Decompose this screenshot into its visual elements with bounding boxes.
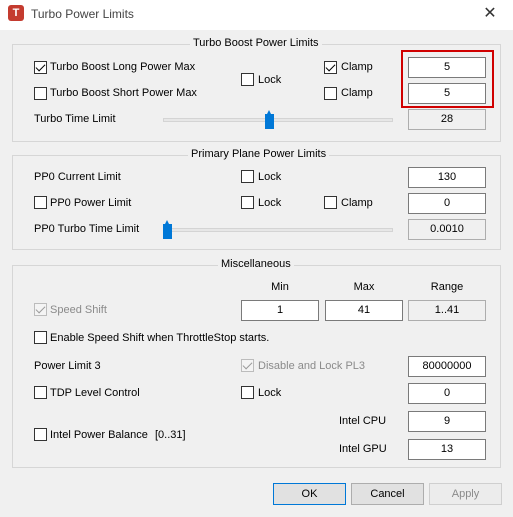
tdp-value-input[interactable]: 0 xyxy=(408,383,486,404)
power-limit-3-label: Power Limit 3 xyxy=(34,360,101,372)
range-column-header: Range xyxy=(430,281,464,293)
pp0-current-lock-checkbox[interactable] xyxy=(241,170,254,183)
speed-shift-min-input[interactable]: 1 xyxy=(241,300,319,321)
turbo-long-label[interactable]: Turbo Boost Long Power Max xyxy=(50,61,195,73)
intel-power-balance-range: [0..31] xyxy=(155,429,186,441)
pp0-power-limit-label[interactable]: PP0 Power Limit xyxy=(50,197,131,209)
pp0-current-limit-label: PP0 Current Limit xyxy=(34,171,121,183)
window-title: Turbo Power Limits xyxy=(31,7,134,21)
pp0-current-value-input[interactable]: 130 xyxy=(408,167,486,188)
highlight-box xyxy=(401,50,494,108)
speed-shift-label[interactable]: Speed Shift xyxy=(50,304,107,316)
turbo-boost-group-title: Turbo Boost Power Limits xyxy=(190,37,322,49)
max-column-header: Max xyxy=(353,281,375,293)
app-icon: T xyxy=(8,5,24,21)
title-bar: T Turbo Power Limits ✕ xyxy=(0,0,513,30)
turbo-time-limit-label: Turbo Time Limit xyxy=(34,113,116,125)
apply-button[interactable]: Apply xyxy=(429,483,502,505)
pp0-power-value-input[interactable]: 0 xyxy=(408,193,486,214)
intel-gpu-value-input[interactable]: 13 xyxy=(408,439,486,460)
pp0-power-limit-checkbox[interactable] xyxy=(34,196,47,209)
turbo-short-checkbox[interactable] xyxy=(34,87,47,100)
pp0-turbo-time-slider-track[interactable] xyxy=(163,228,393,232)
tdp-lock-label[interactable]: Lock xyxy=(258,387,281,399)
primary-plane-group-title: Primary Plane Power Limits xyxy=(188,148,330,160)
pp0-current-lock-label[interactable]: Lock xyxy=(258,171,281,183)
turbo-time-slider-thumb[interactable] xyxy=(264,110,274,129)
pp0-turbo-time-value: 0.0010 xyxy=(408,219,486,240)
disable-lock-pl3-label[interactable]: Disable and Lock PL3 xyxy=(258,360,365,372)
speed-shift-range-value: 1..41 xyxy=(408,300,486,321)
pp0-clamp-checkbox[interactable] xyxy=(324,196,337,209)
close-button[interactable]: ✕ xyxy=(467,0,513,30)
clamp-long-checkbox[interactable] xyxy=(324,61,337,74)
speed-shift-checkbox[interactable] xyxy=(34,303,47,316)
intel-cpu-label: Intel CPU xyxy=(339,415,387,427)
pp0-power-lock-checkbox[interactable] xyxy=(241,196,254,209)
tdp-lock-checkbox[interactable] xyxy=(241,386,254,399)
pp0-power-lock-label[interactable]: Lock xyxy=(258,197,281,209)
turbo-time-limit-value: 28 xyxy=(408,109,486,130)
turbo-short-label[interactable]: Turbo Boost Short Power Max xyxy=(50,87,197,99)
pp0-clamp-label[interactable]: Clamp xyxy=(341,197,373,209)
min-column-header: Min xyxy=(271,281,289,293)
intel-power-balance-label[interactable]: Intel Power Balance xyxy=(50,429,148,441)
tdp-level-control-checkbox[interactable] xyxy=(34,386,47,399)
cancel-button[interactable]: Cancel xyxy=(351,483,424,505)
turbo-time-slider-track[interactable] xyxy=(163,118,393,122)
pl3-value-input[interactable]: 80000000 xyxy=(408,356,486,377)
pp0-turbo-time-label: PP0 Turbo Time Limit xyxy=(34,223,140,235)
turbo-lock-label[interactable]: Lock xyxy=(258,74,281,86)
misc-group-title: Miscellaneous xyxy=(218,258,294,270)
clamp-long-label[interactable]: Clamp xyxy=(341,61,373,73)
intel-power-balance-checkbox[interactable] xyxy=(34,428,47,441)
clamp-short-label[interactable]: Clamp xyxy=(341,87,373,99)
turbo-lock-checkbox[interactable] xyxy=(241,73,254,86)
speed-shift-max-input[interactable]: 41 xyxy=(325,300,403,321)
enable-speed-shift-label[interactable]: Enable Speed Shift when ThrottleStop sta… xyxy=(50,332,269,344)
intel-cpu-value-input[interactable]: 9 xyxy=(408,411,486,432)
tdp-level-control-label[interactable]: TDP Level Control xyxy=(50,387,140,399)
disable-lock-pl3-checkbox[interactable] xyxy=(241,359,254,372)
ok-button[interactable]: OK xyxy=(273,483,346,505)
turbo-long-checkbox[interactable] xyxy=(34,61,47,74)
intel-gpu-label: Intel GPU xyxy=(339,443,387,455)
pp0-turbo-time-slider-thumb[interactable] xyxy=(163,220,172,239)
enable-speed-shift-checkbox[interactable] xyxy=(34,331,47,344)
clamp-short-checkbox[interactable] xyxy=(324,87,337,100)
